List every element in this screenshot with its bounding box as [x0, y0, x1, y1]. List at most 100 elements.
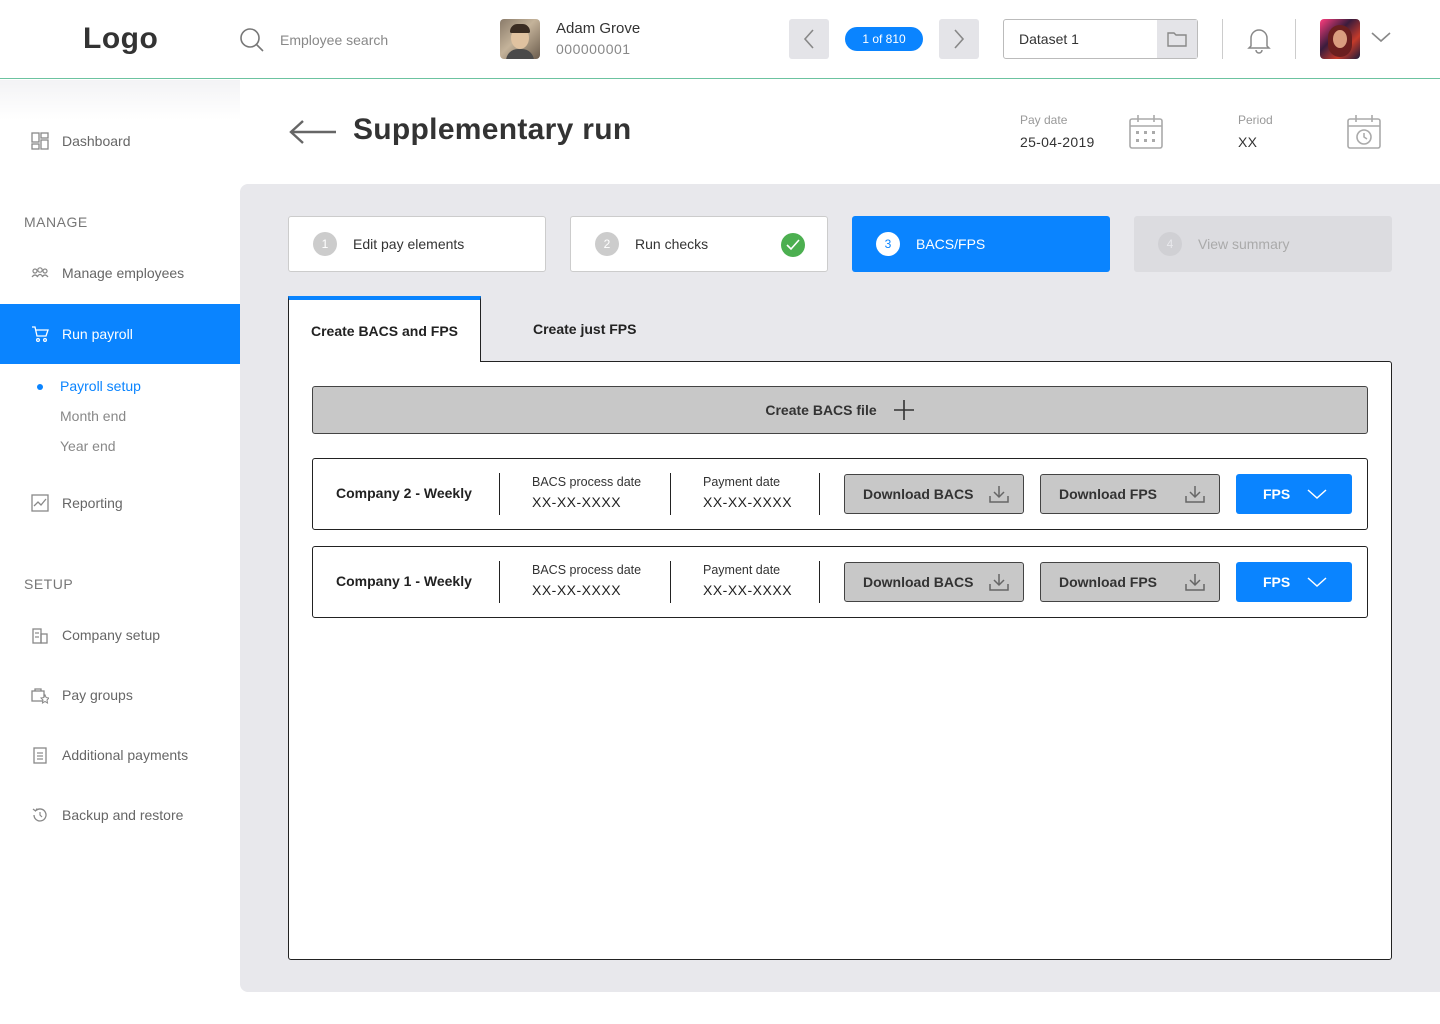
download-bacs-button[interactable]: Download BACS [844, 474, 1024, 514]
download-fps-label: Download FPS [1059, 574, 1157, 590]
dataset-value: Dataset 1 [1019, 31, 1079, 47]
create-bacs-file-button[interactable]: Create BACS file [312, 386, 1368, 434]
step-view-summary[interactable]: 4 View summary [1134, 216, 1392, 272]
payment-date-value: XX-XX-XXXX [703, 494, 793, 510]
company-name: Company 1 - Weekly [336, 573, 472, 589]
sidebar-subitem-payroll-setup[interactable]: Payroll setup [60, 378, 141, 394]
download-bacs-label: Download BACS [863, 486, 974, 502]
sidebar-item-run-payroll[interactable]: Run payroll [0, 304, 240, 364]
top-header: Logo Adam Grove 000000001 1 of 810 Datas… [0, 0, 1440, 79]
payment-date-label: Payment date [703, 563, 781, 577]
company-row: Company 1 - Weekly BACS process date XX-… [312, 546, 1368, 618]
download-fps-label: Download FPS [1059, 486, 1157, 502]
step-edit-pay-elements[interactable]: 1 Edit pay elements [288, 216, 546, 272]
sidebar-subitem-year-end[interactable]: Year end [60, 438, 116, 454]
period-picker[interactable] [1346, 114, 1382, 155]
employee-avatar [500, 19, 540, 59]
plus-icon [893, 400, 914, 420]
chart-icon [31, 494, 49, 512]
step-number: 1 [313, 232, 337, 256]
sidebar-item-reporting[interactable]: Reporting [0, 473, 240, 533]
sidebar-item-label: Backup and restore [62, 807, 184, 823]
dataset-selector[interactable]: Dataset 1 [1003, 19, 1198, 59]
download-fps-button[interactable]: Download FPS [1040, 474, 1220, 514]
bacs-process-date-value: XX-XX-XXXX [532, 582, 622, 598]
row-divider [819, 561, 820, 603]
notifications-button[interactable] [1246, 26, 1272, 59]
main-panel: 1 Edit pay elements 2 Run checks 3 BACS/… [240, 184, 1440, 992]
logo[interactable]: Logo [83, 22, 158, 56]
search-icon [240, 28, 264, 52]
download-fps-button[interactable]: Download FPS [1040, 562, 1220, 602]
sidebar-item-label: Run payroll [62, 326, 133, 342]
employee-counter-badge: 1 of 810 [845, 27, 923, 51]
fps-dropdown-button[interactable]: FPS [1236, 562, 1352, 602]
fps-label: FPS [1263, 486, 1291, 502]
fps-dropdown-button[interactable]: FPS [1236, 474, 1352, 514]
section-label-setup: SETUP [24, 576, 74, 592]
sidebar-subitem-month-end[interactable]: Month end [60, 408, 126, 424]
download-bacs-button[interactable]: Download BACS [844, 562, 1024, 602]
row-divider [670, 473, 671, 515]
chevron-left-icon [803, 29, 814, 49]
sidebar-item-label: Dashboard [62, 133, 131, 149]
employee-name: Adam Grove [556, 20, 641, 37]
payment-date-label: Payment date [703, 475, 781, 489]
bag-star-icon [31, 686, 49, 704]
sidebar-item-manage-employees[interactable]: Manage employees [0, 243, 240, 303]
step-number: 3 [876, 232, 900, 256]
pay-date-picker[interactable] [1128, 114, 1164, 155]
download-icon [1185, 486, 1205, 503]
download-icon [989, 486, 1009, 503]
period-label: Period [1238, 113, 1273, 127]
download-bacs-label: Download BACS [863, 574, 974, 590]
step-label: Run checks [635, 236, 709, 252]
user-menu-toggle[interactable] [1370, 30, 1392, 49]
company-row: Company 2 - Weekly BACS process date XX-… [312, 458, 1368, 530]
company-name: Company 2 - Weekly [336, 485, 472, 501]
arrow-left-icon [289, 120, 336, 144]
user-avatar[interactable] [1320, 19, 1360, 59]
cart-icon [31, 325, 49, 343]
next-employee-button[interactable] [939, 19, 979, 59]
step-label: BACS/FPS [916, 236, 986, 252]
check-icon [781, 233, 805, 257]
step-label: View summary [1198, 236, 1290, 252]
create-bacs-file-label: Create BACS file [765, 402, 877, 418]
chevron-down-icon [1307, 577, 1327, 588]
history-icon [31, 806, 49, 824]
search-input[interactable] [280, 32, 460, 48]
dashboard-icon [31, 132, 49, 150]
sidebar-item-dashboard[interactable]: Dashboard [0, 111, 240, 171]
previous-employee-button[interactable] [789, 19, 829, 59]
tab-panel: Create BACS file Company 2 - Weekly BACS… [288, 361, 1392, 960]
sidebar-item-pay-groups[interactable]: Pay groups [0, 665, 240, 725]
building-icon [31, 626, 49, 644]
employee-search[interactable] [238, 26, 460, 54]
sidebar-item-backup-restore[interactable]: Backup and restore [0, 785, 240, 845]
chevron-right-icon [954, 29, 965, 49]
sidebar-item-additional-payments[interactable]: Additional payments [0, 725, 240, 785]
row-divider [819, 473, 820, 515]
sidebar-item-company-setup[interactable]: Company setup [0, 605, 240, 665]
row-divider [499, 561, 500, 603]
clipboard-icon [31, 746, 49, 764]
step-run-checks[interactable]: 2 Run checks [570, 216, 828, 272]
tab-create-just-fps[interactable]: Create just FPS [533, 296, 636, 362]
bacs-process-date-label: BACS process date [532, 475, 642, 489]
section-label-manage: MANAGE [24, 214, 88, 230]
fps-label: FPS [1263, 574, 1291, 590]
sidebar: Dashboard MANAGE Manage employees Run pa… [0, 80, 240, 1024]
bacs-process-date-value: XX-XX-XXXX [532, 494, 622, 510]
back-button[interactable] [288, 118, 338, 151]
step-bacs-fps[interactable]: 3 BACS/FPS [852, 216, 1110, 272]
bacs-process-date-label: BACS process date [532, 563, 642, 577]
calendar-clock-icon [1347, 115, 1381, 149]
tab-create-bacs-and-fps[interactable]: Create BACS and FPS [288, 296, 481, 362]
calendar-icon [1129, 115, 1163, 149]
dataset-folder-button[interactable] [1157, 20, 1197, 58]
sidebar-item-label: Company setup [62, 627, 161, 643]
payment-date-value: XX-XX-XXXX [703, 582, 793, 598]
row-divider [670, 561, 671, 603]
period-value: XX [1238, 134, 1258, 150]
